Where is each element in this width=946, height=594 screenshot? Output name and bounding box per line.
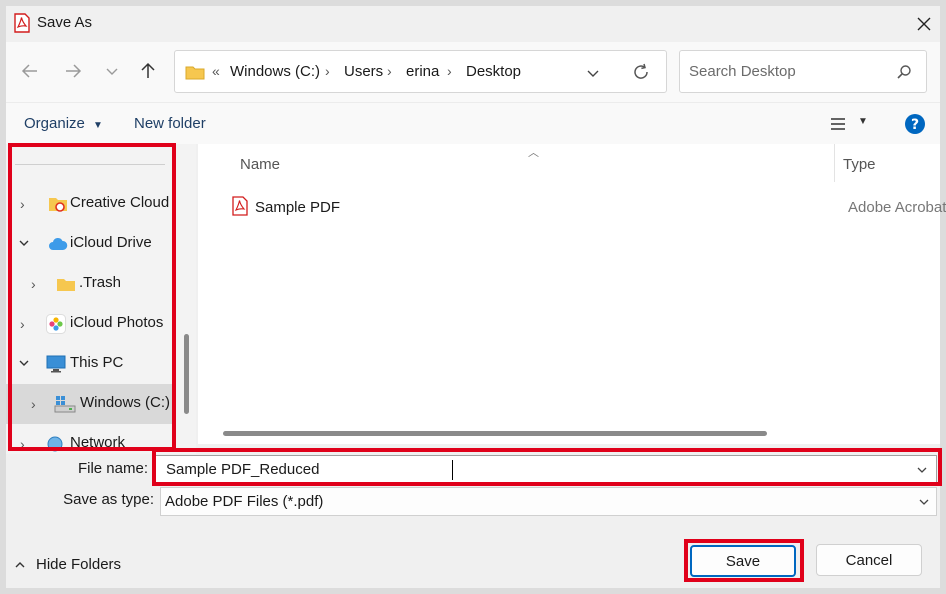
breadcrumb-overflow[interactable]: « [212,63,220,79]
tree-item-icloud-drive[interactable]: iCloud Drive [6,224,176,264]
organize-label: Organize [24,115,85,132]
new-folder-button[interactable]: New folder [134,115,206,132]
folder-icon [185,64,205,80]
breadcrumb-windows-c[interactable]: Windows (C:) [230,63,320,80]
pdf-app-icon [14,13,30,33]
help-icon[interactable]: ? [904,113,926,135]
address-history-chevron-icon[interactable] [585,65,601,81]
tree-item-windows-c[interactable]: › Windows (C:) [6,384,176,424]
search-placeholder: Search Desktop [689,63,796,80]
command-toolbar: Organize ▼ New folder ▼ ? [6,102,940,144]
collapse-chevron-icon[interactable] [18,357,30,369]
tree-item-label: iCloud Photos [70,314,164,331]
view-options-icon[interactable] [830,116,848,132]
title-bar: Save As [6,6,940,42]
search-icon[interactable] [896,64,912,80]
organize-button[interactable]: Organize ▼ [24,115,103,132]
tree-item-creative-cloud[interactable]: › Creative Cloud [6,184,176,224]
network-icon [46,435,66,453]
tree-item-icloud-photos[interactable]: › iCloud Photos [6,304,176,344]
breadcrumb-chevron-icon[interactable]: › [387,63,392,79]
expand-chevron-icon[interactable]: › [31,276,36,292]
save-as-dialog: Save As « Windows (C:) › Users › erina ›… [0,0,946,594]
tree-item-label: iCloud Drive [70,234,152,251]
forward-arrow-icon[interactable] [59,57,87,85]
search-input[interactable]: Search Desktop [679,50,927,93]
breadcrumb-chevron-icon[interactable]: › [325,63,330,79]
view-dropdown-caret-icon[interactable]: ▼ [858,116,868,127]
collapse-chevron-icon[interactable] [18,237,30,249]
navigation-bar: « Windows (C:) › Users › erina › Desktop… [6,42,940,102]
hide-folders-label: Hide Folders [36,556,122,573]
icloud-icon [48,237,68,251]
pdf-file-icon [232,196,248,216]
file-name-value: Sample PDF_Reduced [166,461,320,478]
tree-item-network[interactable]: › Network [6,424,176,454]
up-arrow-icon[interactable] [134,57,162,85]
folder-icon [56,276,76,292]
back-arrow-icon[interactable] [16,57,44,85]
tree-item-label: Windows (C:) [80,394,171,411]
computer-icon [46,355,66,373]
tree-item-this-pc[interactable]: This PC [6,344,176,384]
window-title: Save As [37,14,93,31]
breadcrumb-erina[interactable]: erina [406,63,439,80]
expand-chevron-icon[interactable]: › [20,196,25,212]
drive-icon [54,395,76,413]
save-as-type-select[interactable]: Adobe PDF Files (*.pdf) [160,487,937,516]
svg-text:?: ? [911,117,919,133]
navigation-pane-scrollbar[interactable] [184,334,189,414]
column-header-name[interactable]: Name [240,156,280,173]
column-header-type[interactable]: Type [843,156,876,173]
tree-item-label: .Trash [79,274,121,291]
tree-item-label: This PC [70,354,124,371]
file-list: ︿ Name Type Sample PDF Adobe Acrobat [198,144,946,444]
tree-item-trash[interactable]: › .Trash [6,264,176,304]
file-list-horizontal-scrollbar[interactable] [223,431,767,436]
expand-chevron-icon[interactable]: › [31,396,36,412]
text-cursor [452,460,453,480]
breadcrumb-desktop[interactable]: Desktop [466,63,521,80]
breadcrumb-users[interactable]: Users [344,63,383,80]
breadcrumb-chevron-icon[interactable]: › [447,63,452,79]
save-as-type-chevron-icon[interactable] [918,496,930,508]
address-bar[interactable]: « Windows (C:) › Users › erina › Desktop [174,50,667,93]
cancel-button[interactable]: Cancel [816,544,922,576]
divider [15,164,165,165]
collapse-up-chevron-icon [14,559,26,571]
tree-item-label: Creative Cloud [70,194,170,211]
photos-icon [46,314,66,334]
expand-chevron-icon[interactable]: › [20,436,25,452]
save-as-type-value: Adobe PDF Files (*.pdf) [165,493,324,510]
file-name-label: File name: [77,460,148,477]
file-name-field[interactable]: Sample PDF_Reduced [154,455,937,485]
file-name-dropdown-chevron-icon[interactable] [916,464,928,476]
file-row[interactable]: Sample PDF Adobe Acrobat [220,190,946,222]
save-as-type-label: Save as type: [63,491,154,508]
refresh-icon[interactable] [631,62,651,82]
close-icon[interactable] [912,12,936,36]
save-button[interactable]: Save [690,545,796,577]
sort-ascending-icon: ︿ [528,147,539,159]
navigation-pane: › Creative Cloud iCloud Drive › .Trash › [6,144,196,454]
caret-down-icon: ▼ [93,120,103,131]
column-divider[interactable] [834,144,835,182]
file-type: Adobe Acrobat [848,199,946,216]
expand-chevron-icon[interactable]: › [20,316,25,332]
creative-cloud-folder-icon [48,195,68,213]
file-name: Sample PDF [255,199,341,216]
recent-locations-chevron-icon[interactable] [98,57,126,85]
tree-item-label: Network [70,434,126,451]
